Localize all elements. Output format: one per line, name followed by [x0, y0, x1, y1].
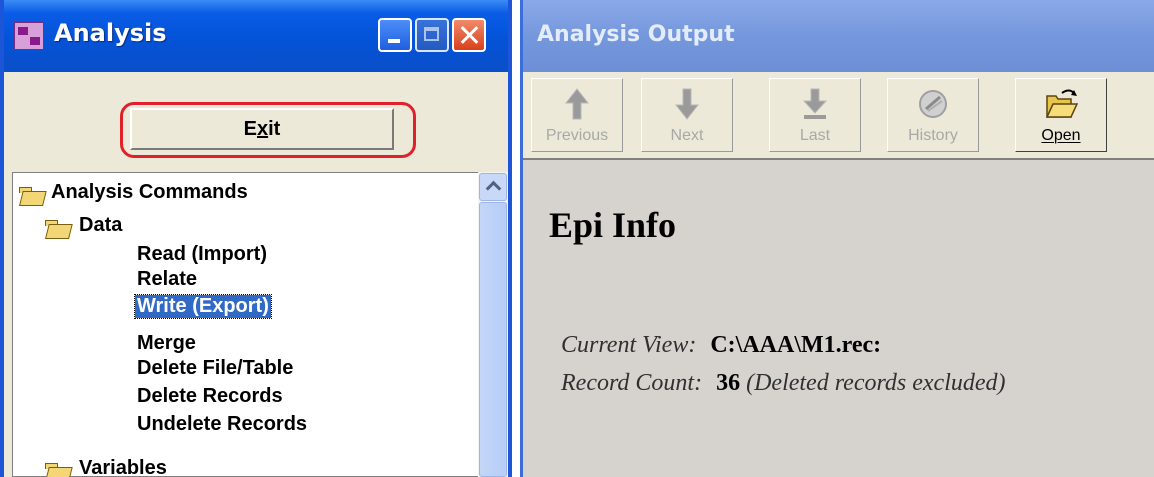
- down-arrow-icon: [674, 88, 700, 120]
- tree-item-delete-file-table[interactable]: Delete File/Table: [137, 357, 293, 380]
- tree-item-delete-records[interactable]: Delete Records: [137, 385, 283, 408]
- previous-label: Previous: [545, 127, 609, 144]
- tree-item-relate[interactable]: Relate: [137, 268, 197, 291]
- output-toolbar: Previous Next Last History Open: [523, 72, 1154, 160]
- history-label: History: [908, 127, 958, 144]
- tree-item-read-import[interactable]: Read (Import): [137, 243, 267, 266]
- open-folder-icon: [1045, 89, 1078, 118]
- close-button[interactable]: [452, 18, 486, 52]
- next-button[interactable]: Next: [641, 78, 733, 152]
- history-icon: [919, 90, 947, 118]
- window-title: Analysis: [54, 19, 167, 47]
- tree-folder-variables[interactable]: Variables: [79, 457, 167, 477]
- open-folder-icon: [45, 463, 71, 477]
- maximize-button[interactable]: [415, 18, 449, 52]
- open-folder-icon: [45, 220, 71, 238]
- record-count-label: Record Count:: [561, 370, 703, 396]
- up-arrow-icon: [564, 88, 590, 120]
- tree-root-analysis-commands[interactable]: Analysis Commands: [51, 181, 248, 204]
- scroll-up-icon[interactable]: [479, 173, 507, 201]
- exit-label-prefix: E: [243, 118, 257, 140]
- tree-item-undelete-records[interactable]: Undelete Records: [137, 413, 307, 436]
- analysis-title-bar[interactable]: Analysis: [4, 0, 508, 72]
- tree-folder-data[interactable]: Data: [79, 214, 122, 237]
- tree-scrollbar[interactable]: [478, 172, 508, 477]
- exit-label-accel: x: [257, 118, 269, 140]
- analysis-output-window: Analysis Output Previous Next Last Histo…: [520, 0, 1154, 477]
- exit-label-suffix: it: [268, 118, 281, 140]
- history-button[interactable]: History: [887, 78, 979, 152]
- output-title-bar[interactable]: Analysis Output: [523, 0, 1154, 72]
- current-view-label: Current View:: [561, 332, 697, 358]
- record-count-row: Record Count: 36 (Deleted records exclud…: [561, 370, 1006, 397]
- current-view-value: C:\AAA\M1.rec:: [710, 332, 882, 358]
- open-folder-icon: [19, 187, 45, 205]
- epi-info-app-icon: [14, 22, 44, 50]
- output-pane: Epi Info Current View: C:\AAA\M1.rec: Re…: [523, 160, 1154, 477]
- open-label: Open: [1041, 127, 1081, 144]
- exit-button[interactable]: Exit: [130, 108, 394, 150]
- record-count-value: 36: [716, 370, 741, 396]
- analysis-window: Analysis Exit Analysis Commands Data Rea…: [0, 0, 512, 477]
- open-button[interactable]: Open: [1015, 78, 1107, 152]
- record-count-note: (Deleted records excluded): [746, 370, 1006, 396]
- previous-button[interactable]: Previous: [531, 78, 623, 152]
- tree-item-write-export[interactable]: Write (Export): [134, 294, 272, 319]
- output-heading: Epi Info: [549, 205, 677, 245]
- last-button[interactable]: Last: [769, 78, 861, 152]
- next-label: Next: [670, 127, 704, 144]
- current-view-row: Current View: C:\AAA\M1.rec:: [561, 332, 881, 359]
- command-tree[interactable]: Analysis Commands Data Read (Import) Rel…: [12, 172, 508, 477]
- output-window-title: Analysis Output: [537, 22, 735, 47]
- scroll-thumb[interactable]: [479, 202, 507, 477]
- last-arrow-icon: [802, 88, 828, 119]
- last-label: Last: [799, 127, 831, 144]
- tree-item-merge[interactable]: Merge: [137, 332, 196, 355]
- minimize-button[interactable]: [378, 18, 412, 52]
